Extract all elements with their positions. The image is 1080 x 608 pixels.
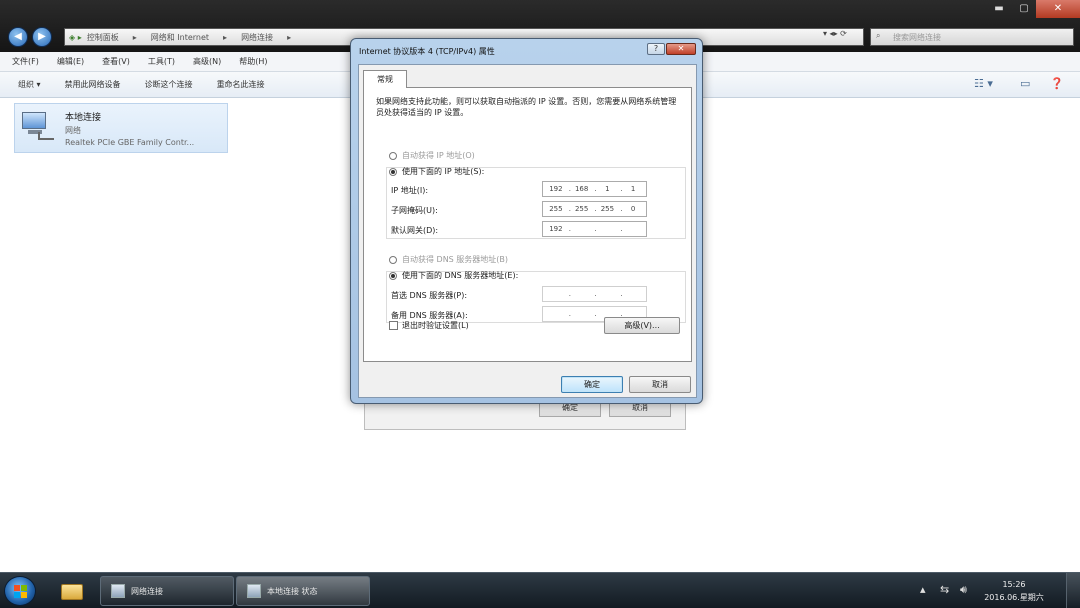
validate-settings-option[interactable]: 退出时验证设置(L)	[389, 320, 469, 331]
dns-manual-label: 使用下面的 DNS 服务器地址(E):	[402, 271, 519, 280]
connection-status: 网络	[65, 126, 81, 135]
network-tray-icon[interactable]: ⇆	[940, 583, 949, 596]
menu-edit[interactable]: 编辑(E)	[57, 56, 84, 67]
subnet-mask-label: 子网掩码(U):	[391, 206, 438, 215]
taskbar: 网络连接 本地连接 状态	[0, 572, 1080, 608]
ip-auto-radio[interactable]	[389, 151, 397, 160]
validate-settings-checkbox[interactable]	[389, 321, 398, 330]
ip-auto-label: 自动获得 IP 地址(O)	[402, 151, 475, 160]
connection-adapter: Realtek PCIe GBE Family Contr...	[65, 138, 195, 147]
clock-date: 2016.06.星期六	[984, 593, 1044, 602]
dns-auto-label: 自动获得 DNS 服务器地址(B)	[402, 255, 509, 264]
close-window-button[interactable]: ✕	[1036, 0, 1080, 18]
ip-octet-4: 1	[630, 185, 636, 193]
tab-general[interactable]: 常规	[363, 70, 407, 88]
address-dropdown-refresh-icons[interactable]: ▾ ◂▸ ⟳	[823, 29, 847, 38]
ipv4-properties-dialog: Internet 协议版本 4 (TCP/IPv4) 属性 ? ✕ 常规 如果网…	[350, 38, 703, 404]
rename-connection-button[interactable]: 重命名此连接	[217, 79, 265, 90]
system-clock[interactable]: 15:26 2016.06.星期六	[984, 578, 1044, 604]
task-local-connection-status-label: 本地连接 状态	[267, 586, 318, 596]
control-panel-icon: ◈ ▸	[69, 32, 82, 42]
clock-time: 15:26	[1002, 580, 1026, 589]
network-adapter-icon	[20, 110, 54, 140]
ok-button[interactable]: 确定	[561, 376, 623, 393]
view-options-icon[interactable]: ☷ ▾	[974, 77, 993, 90]
subnet-octet-1: 255	[549, 205, 563, 213]
maximize-button[interactable]: ▢	[1012, 0, 1036, 18]
preferred-dns-input[interactable]: ...	[542, 286, 647, 302]
dns-manual-radio[interactable]	[389, 271, 397, 280]
minimize-button[interactable]: ▬	[988, 0, 1010, 18]
connection-status-icon	[247, 584, 261, 598]
search-icon: ⌕	[876, 31, 881, 40]
advanced-button[interactable]: 高级(V)...	[604, 317, 680, 334]
explorer-pinned-button[interactable]	[52, 577, 92, 605]
dns-auto-radio[interactable]	[389, 255, 397, 264]
connection-name: 本地连接	[65, 113, 102, 123]
breadcrumb-network-internet[interactable]: 网络和 Internet	[151, 32, 209, 43]
disable-device-button[interactable]: 禁用此网络设备	[65, 79, 121, 90]
diagnose-connection-button[interactable]: 诊断这个连接	[145, 79, 193, 90]
ip-address-input[interactable]: 192. 168. 1. 1	[542, 181, 647, 197]
ip-octet-2: 168	[574, 185, 589, 193]
search-placeholder: 搜索网络连接	[893, 33, 941, 42]
start-button[interactable]	[4, 576, 36, 606]
ip-auto-option[interactable]: 自动获得 IP 地址(O)	[389, 150, 475, 161]
volume-tray-icon[interactable]: 🔊︎	[960, 583, 967, 597]
windows-logo-icon	[14, 585, 27, 598]
dialog-title: Internet 协议版本 4 (TCP/IPv4) 属性	[359, 47, 495, 56]
organize-button[interactable]: 组织 ▾	[18, 79, 41, 90]
subnet-mask-input[interactable]: 255. 255. 255. 0	[542, 201, 647, 217]
preview-pane-icon[interactable]: ▭	[1020, 77, 1030, 90]
menu-file[interactable]: 文件(F)	[12, 56, 39, 67]
ip-manual-label: 使用下面的 IP 地址(S):	[402, 167, 485, 176]
local-area-connection-item[interactable]: 本地连接 网络 Realtek PCIe GBE Family Contr...	[14, 103, 228, 153]
breadcrumb-separator-icon: ▸	[223, 32, 228, 42]
menu-help[interactable]: 帮助(H)	[239, 56, 267, 67]
breadcrumb-separator-icon: ▸	[287, 32, 292, 42]
show-hidden-icons-button[interactable]: ▴	[920, 583, 926, 596]
breadcrumb-separator-icon: ▸	[132, 32, 137, 42]
subnet-octet-2: 255	[574, 205, 589, 213]
dialog-help-button[interactable]: ?	[647, 43, 665, 55]
dns-manual-option[interactable]: 使用下面的 DNS 服务器地址(E):	[389, 270, 518, 281]
ip-address-label: IP 地址(I):	[391, 186, 429, 195]
subnet-octet-4: 0	[630, 205, 636, 213]
back-arrow-icon: ◀	[14, 31, 22, 42]
default-gateway-label: 默认网关(D):	[391, 226, 439, 235]
folder-icon	[61, 584, 83, 600]
forward-arrow-icon: ▶	[38, 31, 46, 42]
validate-settings-label: 退出时验证设置(L)	[402, 321, 469, 330]
task-network-connections[interactable]: 网络连接	[100, 576, 234, 606]
back-button[interactable]: ◀	[8, 27, 28, 47]
subnet-octet-3: 255	[600, 205, 615, 213]
help-icon[interactable]: ❓	[1050, 77, 1064, 90]
task-network-connections-label: 网络连接	[131, 586, 163, 596]
dialog-body: 常规 如果网络支持此功能，则可以获取自动指派的 IP 设置。否则，您需要从网络系…	[358, 64, 697, 398]
preferred-dns-label: 首选 DNS 服务器(P):	[391, 291, 468, 300]
gateway-octet-1: 192	[549, 225, 563, 233]
ip-octet-1: 192	[549, 185, 563, 193]
cancel-button[interactable]: 取消	[629, 376, 691, 393]
ip-manual-radio[interactable]	[389, 167, 397, 176]
breadcrumb-network-connections[interactable]: 网络连接	[241, 32, 273, 43]
search-input[interactable]: ⌕ 搜索网络连接	[870, 28, 1074, 46]
dialog-close-button[interactable]: ✕	[666, 43, 696, 55]
network-connections-icon	[111, 584, 125, 598]
menu-view[interactable]: 查看(V)	[102, 56, 130, 67]
ip-octet-3: 1	[605, 185, 610, 193]
breadcrumb-control-panel[interactable]: 控制面板	[87, 32, 119, 43]
dialog-description: 如果网络支持此功能，则可以获取自动指派的 IP 设置。否则，您需要从网络系统管理…	[376, 97, 677, 117]
default-gateway-input[interactable]: 192. . .	[542, 221, 647, 237]
ip-manual-option[interactable]: 使用下面的 IP 地址(S):	[389, 166, 484, 177]
menu-tools[interactable]: 工具(T)	[148, 56, 175, 67]
menu-advanced[interactable]: 高级(N)	[193, 56, 221, 67]
forward-button[interactable]: ▶	[32, 27, 52, 47]
task-local-connection-status[interactable]: 本地连接 状态	[236, 576, 370, 606]
dns-auto-option[interactable]: 自动获得 DNS 服务器地址(B)	[389, 254, 508, 265]
show-desktop-button[interactable]	[1066, 573, 1080, 608]
